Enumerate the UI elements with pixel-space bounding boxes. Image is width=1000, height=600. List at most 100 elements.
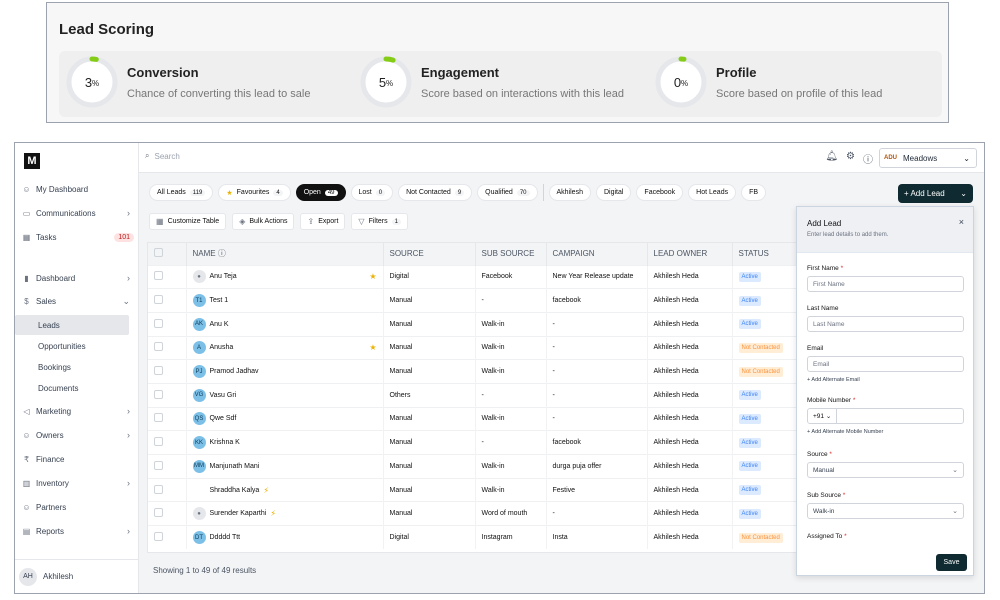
sidebar-item-tasks[interactable]: ▦ Tasks 101 <box>15 227 139 247</box>
bulk-actions-button[interactable]: ◈ Bulk Actions <box>232 213 295 230</box>
row-checkbox[interactable] <box>154 508 163 518</box>
star-icon[interactable]: ★ <box>369 272 376 281</box>
filter-chip-akhilesh[interactable]: Akhilesh <box>548 184 591 201</box>
filter-chip-qualified[interactable]: Qualified 70 <box>477 184 538 201</box>
row-checkbox[interactable] <box>154 389 163 399</box>
table-row[interactable]: KK Krishna K Manual - facebook Akhilesh H… <box>148 430 796 455</box>
sidebar-item-communications[interactable]: ▭ Communications › <box>15 203 139 223</box>
lead-name[interactable]: Anu Teja <box>210 273 237 280</box>
row-checkbox[interactable] <box>154 366 163 376</box>
filter-chip-fb[interactable]: FB <box>741 184 767 201</box>
table-row[interactable]: A Anusha ★ Manual Walk-in - Akhilesh Heda … <box>148 335 796 360</box>
row-checkbox[interactable] <box>154 460 163 470</box>
lead-owner: Akhilesh Heda <box>647 288 733 313</box>
filter-chip-lost[interactable]: Lost 0 <box>350 184 394 201</box>
country-code-select[interactable]: +91 ⌄ <box>813 409 838 423</box>
filter-chip-facebook[interactable]: Facebook <box>636 184 684 201</box>
table-row[interactable]: QS Qwe Sdf Manual Walk-in - Akhilesh Heda… <box>148 406 796 431</box>
row-checkbox[interactable] <box>154 342 163 352</box>
sidebar-item-reports[interactable]: ▤ Reports › <box>15 521 139 541</box>
org-selector[interactable]: ADU Meadows ⌄ <box>879 148 977 168</box>
lead-name[interactable]: Vasu Gri <box>210 392 237 399</box>
column-header-name[interactable]: NAME ⓘ <box>186 243 384 265</box>
add-alternate-mobile-link[interactable]: + Add Alternate Mobile Number <box>807 429 964 435</box>
filters-button[interactable]: ▽ Filters 1 <box>351 213 408 230</box>
mobile-input[interactable]: +91 ⌄ <box>807 408 964 424</box>
user-name: Akhilesh <box>43 572 74 581</box>
lead-name[interactable]: Shraddha Kalya <box>210 487 260 494</box>
close-icon[interactable]: × <box>959 217 964 227</box>
lead-name[interactable]: Pramod Jadhav <box>210 368 259 375</box>
last-name-input[interactable]: Last Name <box>807 316 964 332</box>
table-row[interactable]: VG Vasu Gri Others - - Akhilesh Heda Acti… <box>148 382 796 408</box>
export-button[interactable]: ⇪ Export <box>300 213 346 230</box>
star-icon[interactable]: ★ <box>369 343 376 352</box>
lead-name[interactable]: Test 1 <box>210 297 229 304</box>
table-row[interactable]: Shraddha Kalya ⚡︎ Manual Walk-in Festive … <box>148 477 796 502</box>
table-row[interactable]: ● Surender Kaparthi ⚡︎ Manual Word of mout… <box>148 501 796 526</box>
table-row[interactable]: MM Manjunath Mani Manual Walk-in durga pu… <box>148 454 796 479</box>
row-checkbox[interactable] <box>154 484 163 494</box>
lead-name[interactable]: Manjunath Mani <box>210 463 260 470</box>
column-header-campaign[interactable]: CAMPAIGN <box>546 243 648 265</box>
people-icon: ☺ <box>22 502 31 512</box>
customize-table-button[interactable]: ▦ Customize Table <box>149 213 227 230</box>
row-checkbox[interactable] <box>154 437 163 447</box>
chip-label: Akhilesh <box>556 189 583 196</box>
sidebar-item-sales[interactable]: $ Sales ⌄ <box>15 291 139 311</box>
filter-chip-digital[interactable]: Digital <box>595 184 632 201</box>
lead-sub-source: Walk-in <box>475 406 547 431</box>
column-header-lead-owner[interactable]: LEAD OWNER <box>647 243 733 265</box>
filter-chip-hot-leads[interactable]: Hot Leads <box>688 184 737 201</box>
lead-name[interactable]: Surender Kaparthi <box>210 510 267 517</box>
sidebar-item-dashboard[interactable]: ▮ Dashboard › <box>15 268 139 288</box>
settings-icon[interactable]: ⚙︎ <box>846 151 855 166</box>
lead-name[interactable]: Qwe Sdf <box>210 415 237 422</box>
sidebar-item-documents[interactable]: Documents <box>15 378 139 398</box>
sidebar-item-leads[interactable]: Leads <box>15 315 129 335</box>
rupee-icon: ₹ <box>23 454 30 464</box>
sidebar-item-bookings[interactable]: Bookings <box>15 357 139 377</box>
table-row[interactable]: AK Anu K Manual Walk-in - Akhilesh Heda A… <box>148 311 796 337</box>
row-checkbox[interactable] <box>154 271 163 281</box>
column-header-status[interactable]: STATUS <box>732 243 796 265</box>
sidebar-item-opportunities[interactable]: Opportunities <box>15 336 139 356</box>
table-row[interactable]: ● Anu Teja ★ Digital Facebook New Year Rel… <box>148 264 796 289</box>
user-profile[interactable]: AH Akhilesh <box>15 559 139 593</box>
add-lead-button[interactable]: + Add Lead ⌄ <box>898 184 973 203</box>
source-select[interactable]: Manual ⌄ <box>807 462 964 478</box>
sidebar-item-partners[interactable]: ☺ Partners <box>15 497 139 517</box>
sidebar-item-finance[interactable]: ₹ Finance <box>15 449 139 469</box>
save-button[interactable]: Save <box>936 554 967 571</box>
filter-chip-open[interactable]: Open 49 <box>295 184 346 201</box>
row-checkbox[interactable] <box>154 318 163 328</box>
first-name-input[interactable]: First Name <box>807 276 964 292</box>
app-logo[interactable]: M <box>24 153 40 169</box>
filter-chip-not-contacted[interactable]: Not Contacted 9 <box>398 184 473 201</box>
table-row[interactable]: DT Ddddd Ttt Digital Instagram Insta Akhi… <box>148 525 796 550</box>
add-alternate-email-link[interactable]: + Add Alternate Email <box>807 377 964 383</box>
table-row[interactable]: PJ Pramod Jadhav Manual Walk-in - Akhiles… <box>148 359 796 384</box>
lead-name[interactable]: Anusha <box>210 344 234 351</box>
email-input[interactable]: Email <box>807 356 964 372</box>
sidebar-item-owners[interactable]: ☺ Owners › <box>15 425 139 445</box>
row-checkbox[interactable] <box>154 532 163 542</box>
row-checkbox[interactable] <box>154 295 163 305</box>
sub-source-select[interactable]: Walk-in ⌄ <box>807 503 964 519</box>
sidebar-item-my-dashboard[interactable]: ☺ My Dashboard <box>15 179 139 199</box>
bell-icon[interactable]: 🔔︎ <box>825 151 838 166</box>
lead-name[interactable]: Krishna K <box>210 439 240 446</box>
help-icon[interactable]: ⓘ <box>863 151 873 166</box>
column-header-source[interactable]: SOURCE <box>383 243 476 265</box>
sidebar-item-marketing[interactable]: ◁ Marketing › <box>15 401 139 421</box>
filter-chip-all-leads[interactable]: All Leads 119 <box>149 184 214 201</box>
table-row[interactable]: T1 Test 1 Manual - facebook Akhilesh Heda… <box>148 288 796 313</box>
search-input[interactable]: ⌕ Search <box>145 151 180 161</box>
row-checkbox[interactable] <box>154 413 163 423</box>
sidebar-item-inventory[interactable]: ▥ Inventory › <box>15 473 139 493</box>
lead-name[interactable]: Ddddd Ttt <box>210 534 241 541</box>
filter-chip-favourites[interactable]: ★ Favourites 4 <box>218 184 291 201</box>
select-all-checkbox[interactable] <box>154 248 163 258</box>
lead-name[interactable]: Anu K <box>210 321 229 328</box>
column-header-sub-source[interactable]: SUB SOURCE <box>475 243 547 265</box>
